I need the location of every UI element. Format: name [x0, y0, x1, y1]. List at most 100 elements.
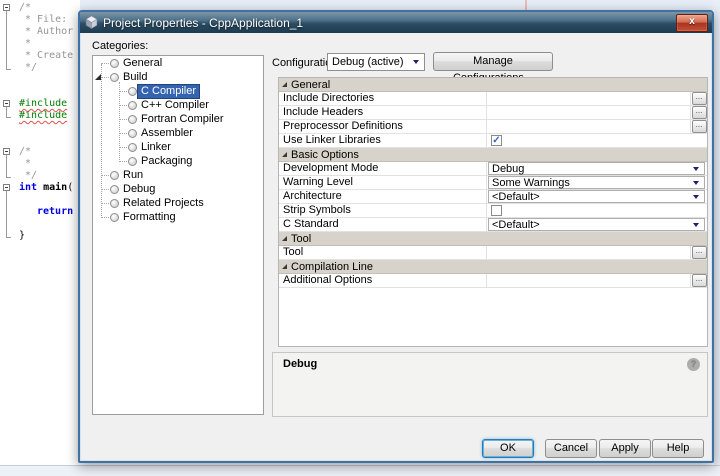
- code-token: }: [19, 230, 25, 241]
- section-header-general[interactable]: General: [279, 78, 707, 92]
- dropdown-value: <Default>: [492, 219, 540, 231]
- property-row: Strip Symbols: [279, 204, 707, 218]
- tree-connector: [101, 175, 109, 176]
- code-token: int: [19, 182, 37, 193]
- value-dropdown[interactable]: <Default>: [488, 218, 705, 231]
- sidebar-item-c-compiler[interactable]: C Compiler: [93, 85, 263, 99]
- manage-configurations-button[interactable]: Manage Configurations...: [433, 52, 553, 71]
- property-label: Development Mode: [279, 162, 487, 175]
- fold-collapse-icon[interactable]: [3, 148, 10, 155]
- value-dropdown[interactable]: <Default>: [488, 190, 705, 203]
- property-row: Additional Options...: [279, 274, 707, 288]
- section-collapse-icon: [282, 264, 287, 269]
- category-node-icon: [110, 59, 119, 68]
- category-node-icon: [110, 185, 119, 194]
- section-title: Tool: [291, 233, 311, 245]
- fold-guide-tick: [6, 177, 11, 178]
- apply-button[interactable]: Apply: [599, 439, 651, 458]
- dialog-titlebar[interactable]: Project Properties - CppApplication_1 x: [80, 12, 712, 33]
- info-panel: Debug ?: [272, 352, 708, 417]
- tree-connector: [101, 77, 109, 78]
- tree-connector: [119, 161, 127, 162]
- property-label: Strip Symbols: [279, 204, 487, 217]
- section-collapse-icon: [282, 236, 287, 241]
- browse-button[interactable]: ...: [692, 246, 707, 259]
- section-header-compilation-line[interactable]: Compilation Line: [279, 260, 707, 274]
- browse-button[interactable]: ...: [692, 92, 707, 105]
- property-row: Development Mode Debug: [279, 162, 707, 176]
- code-token: /*: [19, 146, 31, 157]
- tree-item-label: Build: [120, 71, 150, 84]
- sidebar-item-build[interactable]: Build: [93, 71, 263, 85]
- tree-connector: [101, 63, 109, 64]
- configuration-dropdown[interactable]: Debug (active): [327, 53, 425, 71]
- browse-button[interactable]: ...: [692, 274, 707, 287]
- section-header-basic-options[interactable]: Basic Options: [279, 148, 707, 162]
- tree-expanded-icon[interactable]: [95, 74, 101, 80]
- code-token: *: [25, 38, 31, 49]
- property-label: Tool: [279, 246, 487, 259]
- sidebar-item-debug[interactable]: Debug: [93, 183, 263, 197]
- cancel-button[interactable]: Cancel: [545, 439, 597, 458]
- categories-tree[interactable]: GeneralBuildC CompilerC++ CompilerFortra…: [92, 55, 264, 415]
- close-button[interactable]: x: [676, 14, 708, 32]
- tree-connector: [119, 105, 127, 106]
- section-header-tool[interactable]: Tool: [279, 232, 707, 246]
- sidebar-item-assembler[interactable]: Assembler: [93, 127, 263, 141]
- browse-button[interactable]: ...: [692, 106, 707, 119]
- fold-collapse-icon[interactable]: [3, 100, 10, 107]
- fold-guide-tick: [6, 117, 11, 118]
- value-checkbox[interactable]: ✓: [491, 135, 502, 146]
- sidebar-item-packaging[interactable]: Packaging: [93, 155, 263, 169]
- tree-connector: [119, 147, 127, 148]
- help-button[interactable]: Help: [652, 439, 704, 458]
- tree-connector: [119, 119, 127, 120]
- value-field[interactable]: [488, 274, 690, 287]
- chevron-down-icon: [693, 181, 699, 185]
- code-line: * File:: [0, 14, 67, 26]
- property-row: C Standard <Default>: [279, 218, 707, 232]
- sidebar-item-c-compiler[interactable]: C++ Compiler: [93, 99, 263, 113]
- value-field[interactable]: [488, 120, 690, 133]
- tree-item-label: C++ Compiler: [138, 99, 212, 112]
- fold-collapse-icon[interactable]: [3, 184, 10, 191]
- sidebar-item-fortran-compiler[interactable]: Fortran Compiler: [93, 113, 263, 127]
- fold-guide-tick: [6, 69, 11, 70]
- fold-guide-tick: [6, 237, 11, 238]
- sidebar-item-related-projects[interactable]: Related Projects: [93, 197, 263, 211]
- tree-item-label: Fortran Compiler: [138, 113, 227, 126]
- code-token: * Author: [25, 26, 73, 37]
- value-dropdown[interactable]: Some Warnings: [488, 176, 705, 189]
- value-checkbox[interactable]: [491, 205, 502, 216]
- project-properties-dialog: Project Properties - CppApplication_1 x …: [78, 10, 714, 463]
- dialog-title: Project Properties - CppApplication_1: [103, 16, 303, 30]
- value-field[interactable]: [488, 246, 690, 259]
- property-row: Include Directories...: [279, 92, 707, 106]
- categories-label: Categories:: [92, 40, 148, 52]
- property-row: Include Headers...: [279, 106, 707, 120]
- dropdown-value: Debug: [492, 163, 524, 175]
- tree-item-label: Linker: [138, 141, 174, 154]
- sidebar-item-linker[interactable]: Linker: [93, 141, 263, 155]
- tree-item-label: C Compiler: [138, 85, 199, 98]
- ok-button[interactable]: OK: [482, 439, 534, 458]
- code-token: */: [25, 62, 37, 73]
- category-node-icon: [128, 157, 137, 166]
- value-dropdown[interactable]: Debug: [488, 162, 705, 175]
- property-label: C Standard: [279, 218, 487, 231]
- editor-right-margin-line: [525, 0, 527, 10]
- browse-button[interactable]: ...: [692, 120, 707, 133]
- tree-item-label: Related Projects: [120, 197, 207, 210]
- help-icon[interactable]: ?: [687, 358, 700, 371]
- chevron-down-icon: [693, 167, 699, 171]
- tree-connector: [119, 91, 127, 92]
- category-node-icon: [128, 87, 137, 96]
- project-cube-icon: [85, 16, 98, 29]
- category-node-icon: [128, 101, 137, 110]
- value-field[interactable]: [488, 106, 690, 119]
- sidebar-item-run[interactable]: Run: [93, 169, 263, 183]
- fold-collapse-icon[interactable]: [3, 4, 10, 11]
- sidebar-item-general[interactable]: General: [93, 57, 263, 71]
- sidebar-item-formatting[interactable]: Formatting: [93, 211, 263, 225]
- value-field[interactable]: [488, 92, 690, 105]
